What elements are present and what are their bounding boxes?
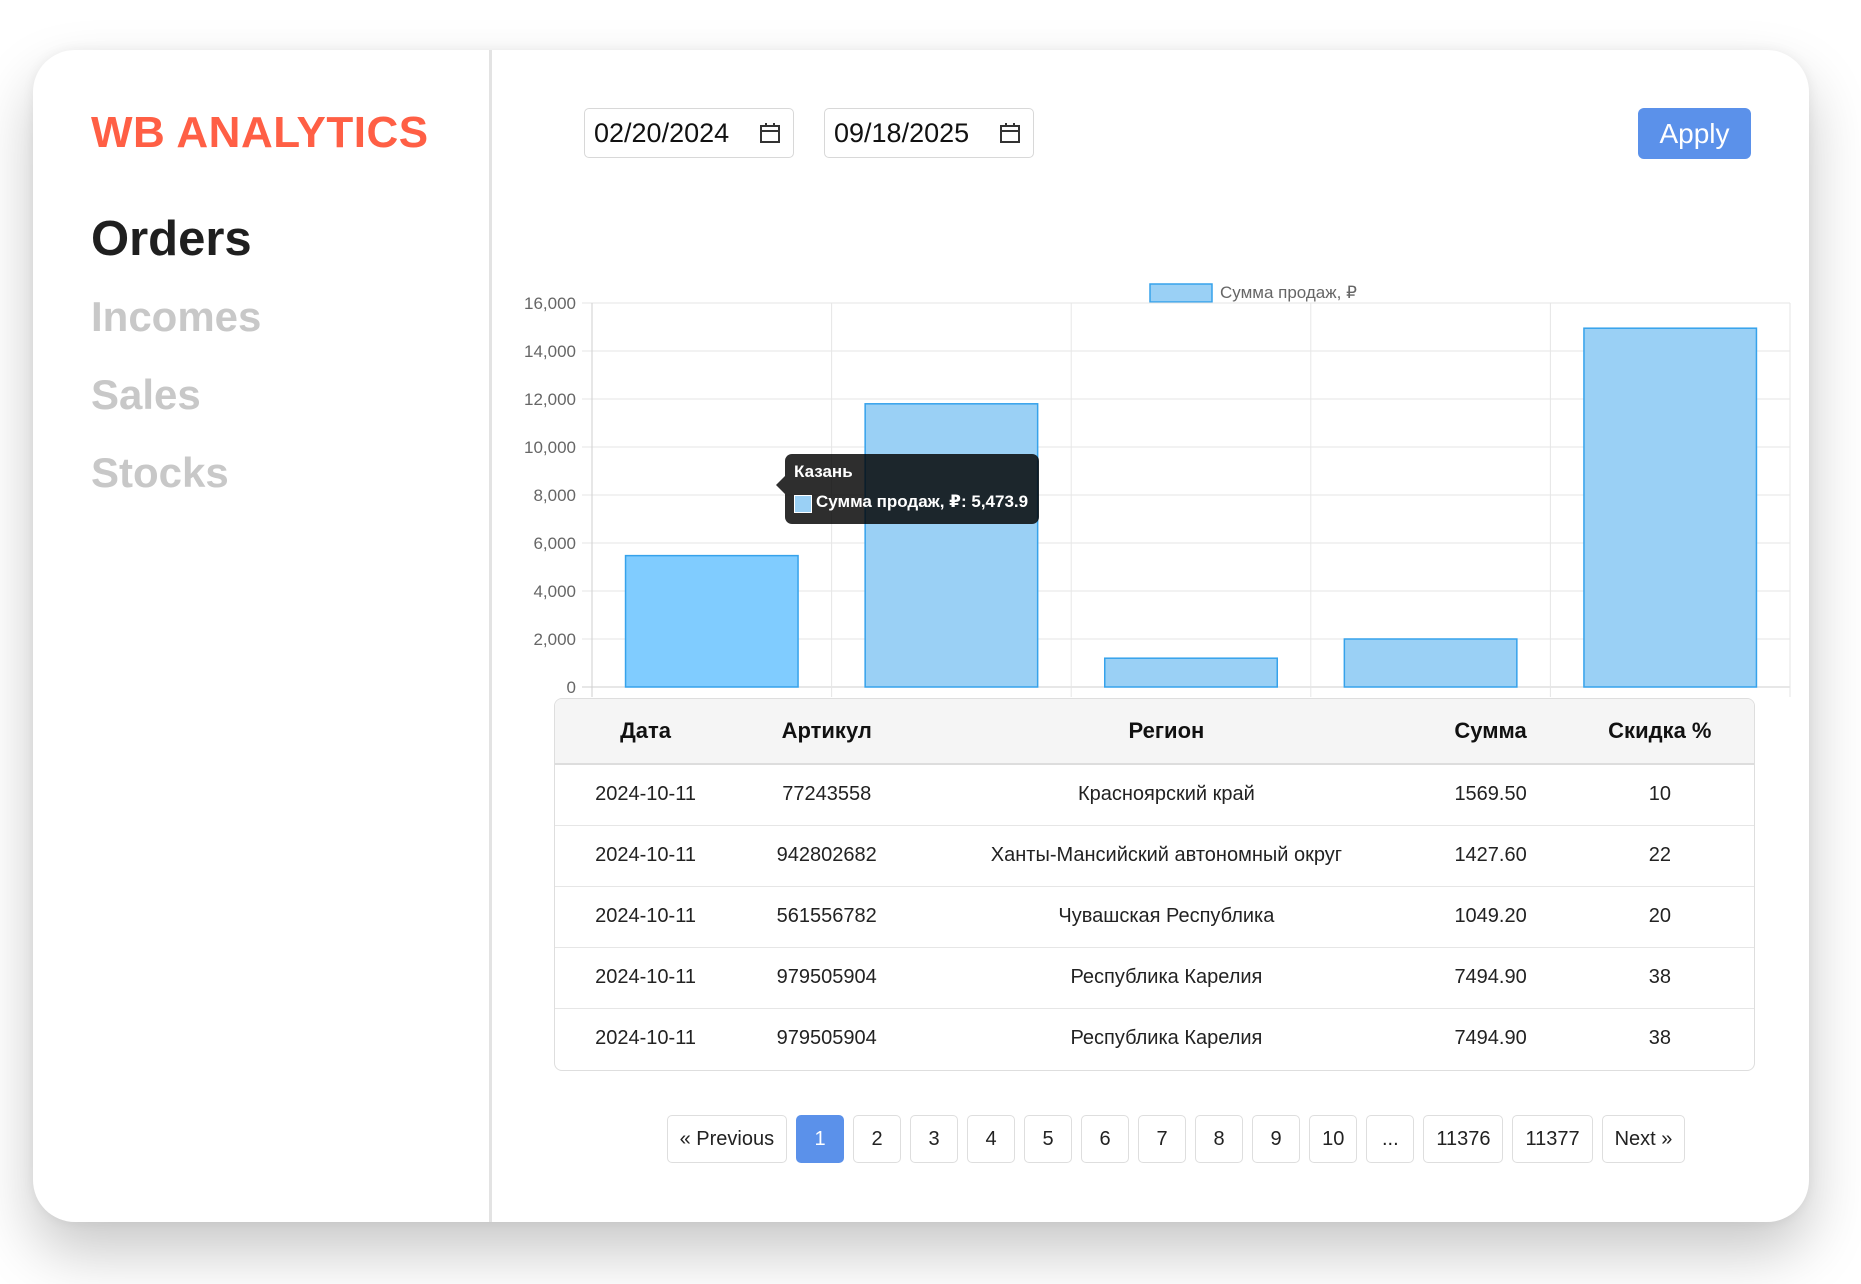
- apply-button[interactable]: Apply: [1638, 108, 1751, 159]
- y-tick-label: 4,000: [533, 582, 576, 601]
- legend-swatch: [1149, 283, 1213, 303]
- table-row: 2024-10-11 979505904 Республика Карелия …: [555, 947, 1754, 1008]
- cell-sum: 7494.90: [1454, 1027, 1527, 1050]
- sidebar-item-sales[interactable]: Sales: [91, 356, 261, 434]
- calendar-icon[interactable]: [759, 122, 781, 144]
- sidebar: WB ANALYTICS Orders Incomes Sales Stocks: [33, 50, 492, 1222]
- cell-date: 2024-10-11: [595, 905, 696, 927]
- sales-bar-chart: Сумма продаж, ₽ 16,000 14,000 12,000 10,000 8…: [524, 283, 1791, 697]
- cell-date: 2024-10-11: [595, 1027, 696, 1050]
- page-button[interactable]: 9: [1252, 1115, 1301, 1163]
- tooltip-body: Сумма продаж, ₽: 5,473.9: [816, 492, 1029, 511]
- cell-discount: 20: [1648, 905, 1671, 927]
- brand-logo: WB ANALYTICS: [91, 108, 429, 157]
- sidebar-item-incomes[interactable]: Incomes: [91, 278, 261, 356]
- page-button[interactable]: 4: [967, 1115, 1016, 1163]
- page-button[interactable]: 5: [1024, 1115, 1073, 1163]
- cell-sum: 1569.50: [1454, 783, 1527, 806]
- page-button[interactable]: 11377: [1512, 1115, 1593, 1163]
- chart-tooltip: Казань Сумма продаж, ₽: 5,473.9: [776, 454, 1039, 524]
- cell-sku: 979505904: [776, 966, 877, 988]
- cell-discount: 38: [1648, 1027, 1671, 1050]
- page-button[interactable]: 3: [910, 1115, 959, 1163]
- column-header-sku[interactable]: Артикул: [736, 699, 917, 764]
- cell-region: Ханты-Мансийский автономный округ: [990, 844, 1343, 866]
- page-ellipsis: ...: [1366, 1115, 1415, 1163]
- tooltip-title: Казань: [794, 462, 853, 481]
- sidebar-item-stocks[interactable]: Stocks: [91, 434, 261, 512]
- cell-sum: 1427.60: [1454, 844, 1527, 866]
- chart-bar: [1343, 638, 1518, 688]
- chart-bar: [624, 554, 799, 688]
- app-window: WB ANALYTICS Orders Incomes Sales Stocks…: [33, 50, 1809, 1222]
- sidebar-item-orders[interactable]: Orders: [91, 200, 261, 278]
- sidebar-nav: Orders Incomes Sales Stocks: [91, 200, 261, 512]
- cell-date: 2024-10-11: [595, 966, 696, 988]
- chart-bar: [864, 403, 1039, 688]
- table-row: 2024-10-11 979505904 Республика Карелия …: [555, 1008, 1754, 1069]
- main-content: 02/20/2024 09/18/2025 Apply Сумма продаж…: [495, 50, 1809, 1222]
- table-header-row: Дата Артикул Регион Сумма Скидка %: [555, 699, 1754, 764]
- orders-table: Дата Артикул Регион Сумма Скидка % 2024-…: [554, 698, 1755, 1071]
- y-tick-label: 16,000: [524, 294, 576, 313]
- cell-date: 2024-10-11: [595, 783, 696, 806]
- page-button[interactable]: 11376: [1423, 1115, 1504, 1163]
- date-from-input[interactable]: 02/20/2024: [584, 108, 794, 158]
- y-tick-label: 2,000: [533, 630, 576, 649]
- cell-sum: 7494.90: [1454, 966, 1527, 988]
- page-button[interactable]: 10: [1309, 1115, 1358, 1163]
- page-button[interactable]: 8: [1195, 1115, 1244, 1163]
- cell-sku: 942802682: [776, 844, 877, 866]
- cell-discount: 22: [1648, 844, 1671, 866]
- chart-bar: [1103, 657, 1279, 688]
- cell-region: Республика Карелия: [1070, 1027, 1263, 1050]
- legend-label: Сумма продаж, ₽: [1220, 283, 1357, 302]
- cell-sku: 561556782: [776, 905, 877, 927]
- chart-bar: [1583, 327, 1758, 688]
- y-tick-label: 0: [567, 678, 576, 697]
- next-page-button[interactable]: Next »: [1601, 1115, 1686, 1163]
- calendar-icon[interactable]: [999, 122, 1021, 144]
- y-tick-label: 10,000: [524, 438, 576, 457]
- y-tick-label: 12,000: [524, 390, 576, 409]
- page-button[interactable]: 2: [853, 1115, 902, 1163]
- column-header-date[interactable]: Дата: [555, 699, 736, 764]
- table-row: 2024-10-11 942802682 Ханты-Мансийский ав…: [555, 825, 1754, 886]
- y-tick-label: 14,000: [524, 342, 576, 361]
- page-button[interactable]: 6: [1081, 1115, 1130, 1163]
- table-row: 2024-10-11 561556782 Чувашская Республик…: [555, 886, 1754, 947]
- previous-page-button[interactable]: « Previous: [666, 1115, 788, 1163]
- column-header-discount[interactable]: Скидка %: [1566, 699, 1754, 764]
- cell-sum: 1049.20: [1454, 905, 1527, 927]
- date-to-input[interactable]: 09/18/2025: [824, 108, 1034, 158]
- cell-region: Республика Карелия: [1070, 966, 1263, 988]
- cell-region: Красноярский край: [1077, 783, 1255, 806]
- date-from-value: 02/20/2024: [594, 118, 730, 148]
- page-button[interactable]: 7: [1138, 1115, 1187, 1163]
- y-tick-label: 6,000: [533, 534, 576, 553]
- pagination: « Previous 1 2 3 4 5 6 7 8 9 10... 11376 11377 Next »: [495, 1115, 1809, 1163]
- page-button[interactable]: 1: [796, 1115, 845, 1163]
- y-tick-label: 8,000: [533, 486, 576, 505]
- date-to-value: 09/18/2025: [834, 118, 970, 148]
- cell-sku: 77243558: [782, 783, 872, 806]
- cell-discount: 38: [1648, 966, 1671, 988]
- column-header-region[interactable]: Регион: [917, 699, 1415, 764]
- column-header-sum[interactable]: Сумма: [1416, 699, 1566, 764]
- cell-region: Чувашская Республика: [1058, 905, 1275, 927]
- cell-discount: 10: [1648, 783, 1671, 806]
- tooltip-swatch: [794, 495, 812, 513]
- table-row: 2024-10-11 77243558 Красноярский край 15…: [555, 764, 1754, 825]
- cell-sku: 979505904: [776, 1027, 877, 1050]
- cell-date: 2024-10-11: [595, 844, 696, 866]
